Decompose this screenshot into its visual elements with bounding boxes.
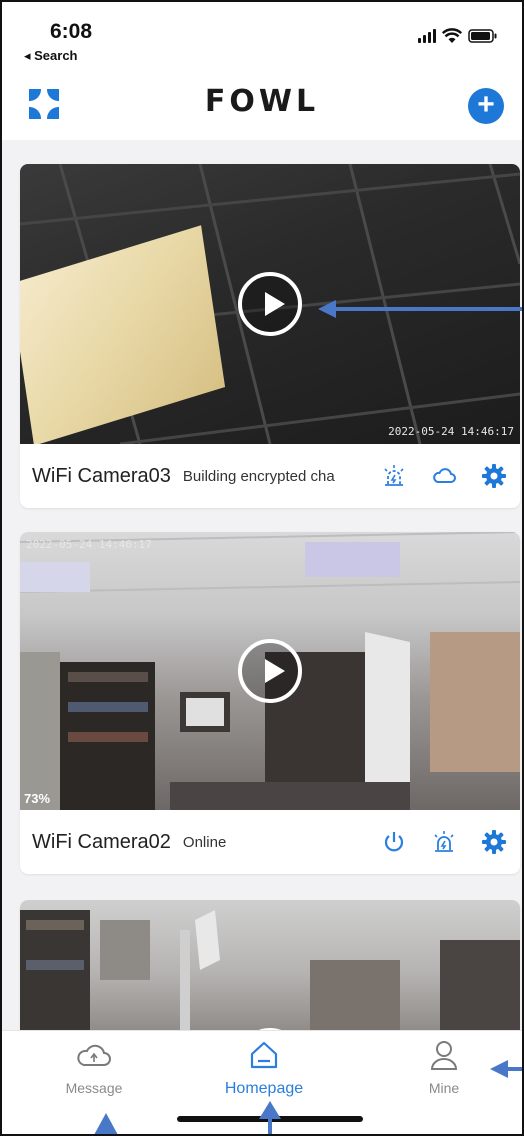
- app-header: FOWL +: [2, 70, 522, 140]
- user-icon: [430, 1041, 458, 1070]
- tab-label: Homepage: [224, 1080, 304, 1097]
- battery-level: 73%: [24, 791, 51, 806]
- annotation-arrow: [332, 307, 522, 311]
- tab-label: Mine: [428, 1080, 460, 1096]
- app-screen: 6:08 ◂ Search FOWL + 2022-05-24 14:46:17…: [0, 0, 524, 1136]
- camera-name: WiFi Camera02: [32, 830, 171, 853]
- play-button[interactable]: [238, 272, 302, 336]
- tab-label: Message: [65, 1080, 123, 1096]
- status-time: 6:08: [50, 20, 93, 43]
- bottom-tab-bar: Message Homepage Mine: [2, 1030, 522, 1134]
- annotation-arrow: [506, 1067, 522, 1071]
- status-icons: [418, 28, 498, 44]
- home-icon: [250, 1041, 278, 1069]
- camera-info-bar: WiFi Camera02 Online: [20, 810, 520, 874]
- power-icon[interactable]: [380, 828, 408, 856]
- battery-icon: [468, 29, 497, 43]
- annotation-arrow-head: [318, 300, 336, 318]
- back-to-search-link[interactable]: ◂ Search: [24, 48, 78, 64]
- alarm-icon[interactable]: [430, 828, 458, 856]
- camera-status: Building encrypted cha: [182, 467, 335, 485]
- annotation-arrow-head: [490, 1060, 508, 1078]
- camera-preview[interactable]: 2022-05-24 14:46:17: [20, 164, 520, 444]
- tab-homepage[interactable]: Homepage: [194, 1039, 334, 1098]
- play-button[interactable]: [238, 639, 302, 703]
- camera-info-bar: WiFi Camera03 Building encrypted cha: [20, 444, 520, 508]
- annotation-arrow-head: [94, 1113, 118, 1134]
- camera-card: 2022-05-24 14:46:17 73% WiFi Camera02 On…: [20, 532, 520, 874]
- camera-status: Online: [182, 833, 227, 851]
- wifi-icon: [442, 28, 462, 43]
- cellular-signal-icon: [418, 29, 436, 43]
- alarm-icon[interactable]: [380, 462, 408, 490]
- camera-name: WiFi Camera03: [32, 464, 171, 487]
- status-bar: 6:08 ◂ Search: [2, 2, 522, 70]
- brand-logo: FOWL: [204, 84, 320, 119]
- annotation-arrow-head: [259, 1101, 281, 1119]
- camera-preview[interactable]: 2022-05-24 14:46:17 73%: [20, 532, 520, 810]
- video-timestamp: 2022-05-24 14:46:17: [388, 425, 514, 438]
- cloud-message-icon: [77, 1044, 111, 1066]
- tab-message[interactable]: Message: [24, 1039, 164, 1096]
- add-device-button[interactable]: +: [468, 88, 504, 124]
- gear-icon[interactable]: [480, 462, 508, 490]
- cloud-icon[interactable]: [430, 462, 458, 490]
- gear-icon[interactable]: [480, 828, 508, 856]
- camera-card: 2022-05-24 14:46:17 WiFi Camera03 Buildi…: [20, 164, 520, 508]
- camera-actions: [380, 462, 508, 490]
- camera-actions: [380, 828, 508, 856]
- video-timestamp: 2022-05-24 14:46:17: [26, 538, 152, 551]
